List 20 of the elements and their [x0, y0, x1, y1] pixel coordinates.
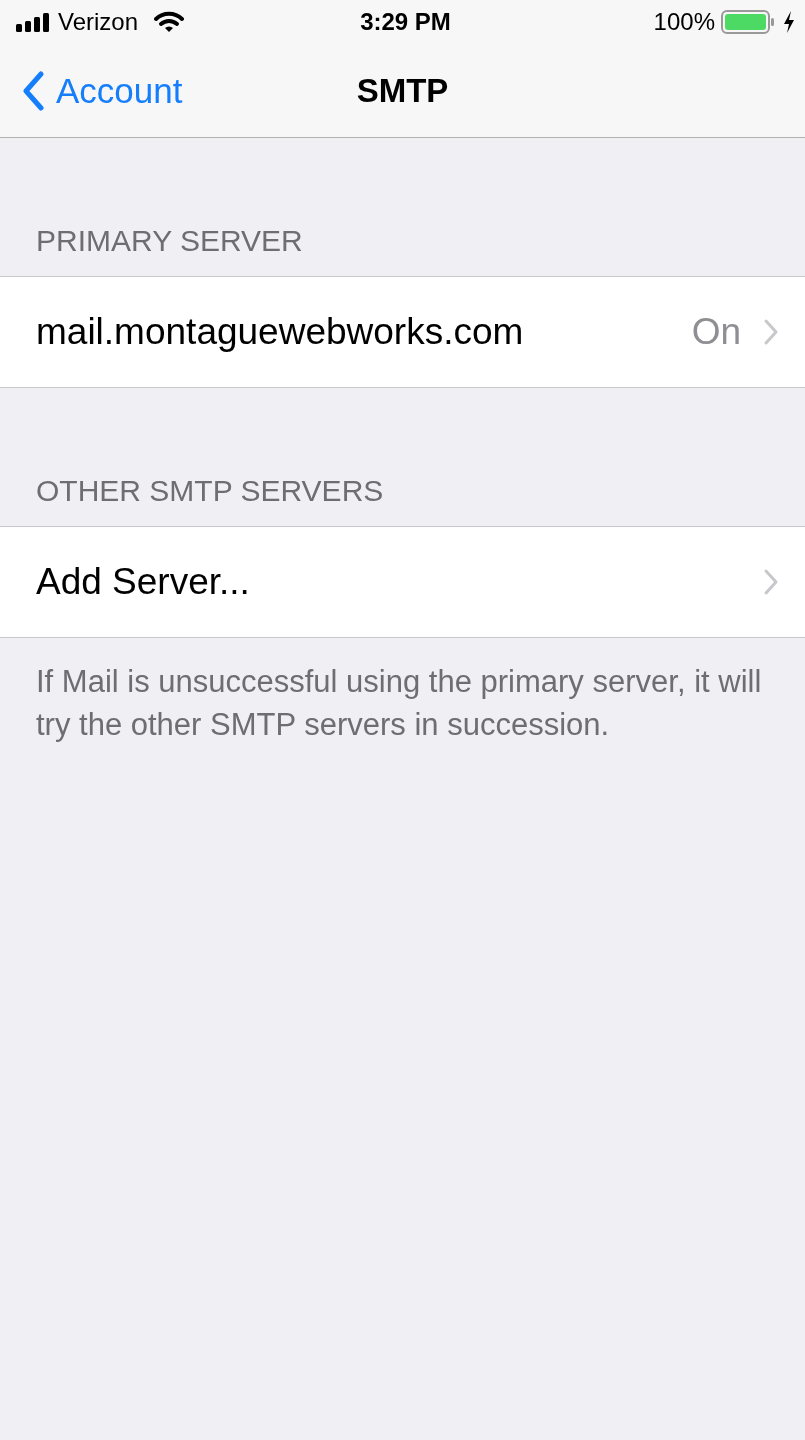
row-label: Add Server...	[36, 561, 251, 603]
back-button[interactable]: Account	[0, 70, 183, 111]
signal-icon	[16, 12, 52, 32]
section-header: PRIMARY SERVER	[35, 223, 304, 259]
section-header: OTHER SMTP SERVERS	[35, 473, 385, 509]
row-label: mail.montaguewebworks.com	[36, 311, 525, 353]
chevron-icon	[763, 568, 779, 596]
charging-bolt-icon	[783, 11, 795, 33]
battery-icon	[721, 10, 777, 34]
row-value: On	[691, 311, 741, 353]
back-chevron-icon	[22, 70, 44, 111]
wifi-icon	[154, 11, 185, 33]
settings-row[interactable]: mail.montaguewebworks.com On	[0, 277, 805, 387]
screen-title: SMTP	[356, 71, 449, 110]
battery-percent: 100%	[653, 8, 715, 36]
settings-row[interactable]: Add Server...	[0, 527, 805, 637]
chevron-icon	[763, 318, 779, 346]
section-footer: If Mail is unsuccessful using the primary server, it will try the other SMTP servers in succession.	[0, 638, 805, 768]
carrier-name: Verizon	[58, 8, 139, 36]
clock-time: 3:29 PM	[360, 8, 451, 36]
